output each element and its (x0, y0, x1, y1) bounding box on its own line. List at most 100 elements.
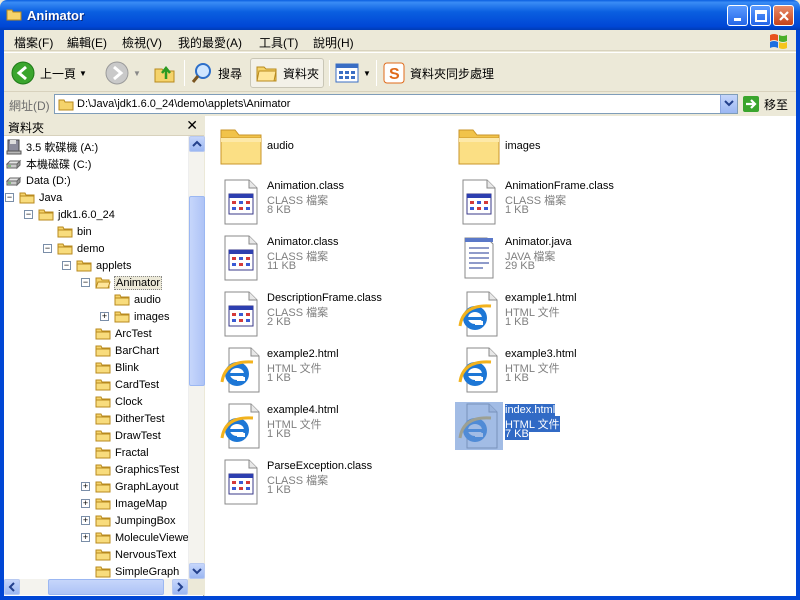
tree-item[interactable]: Blink (95, 359, 140, 376)
tree-item[interactable]: images (114, 308, 170, 325)
collapse-icon[interactable]: − (5, 193, 14, 202)
forward-dropdown-icon[interactable]: ▼ (133, 69, 141, 78)
search-button[interactable]: 搜尋 (190, 58, 242, 88)
file-item[interactable]: Animation.class CLASS 檔案 8 KB (211, 174, 441, 230)
address-dropdown-button[interactable] (720, 95, 737, 113)
scroll-right-button[interactable] (172, 579, 188, 595)
tree-item-label: Blink (115, 361, 139, 374)
tree-item[interactable]: jdk1.6.0_24 (38, 206, 116, 223)
file-item[interactable]: example3.html HTML 文件 1 KB (449, 342, 679, 398)
tree-item[interactable]: CardTest (95, 376, 160, 393)
expand-icon[interactable]: + (81, 482, 90, 491)
menu-edit[interactable]: 編輯(E) (67, 34, 107, 51)
views-dropdown-icon[interactable]: ▼ (363, 69, 371, 78)
tree-item[interactable]: BarChart (95, 342, 160, 359)
menu-favorites[interactable]: 我的最愛(A) (178, 34, 242, 51)
folder-sync-button[interactable]: S 資料夾同步處理 (382, 58, 494, 88)
tree-item[interactable]: audio (114, 291, 162, 308)
collapse-icon[interactable]: − (81, 278, 90, 287)
tree-item[interactable]: GraphicsTest (95, 461, 180, 478)
maximize-button[interactable] (750, 5, 771, 26)
collapse-icon[interactable]: − (24, 210, 33, 219)
file-item[interactable]: Animator.class CLASS 檔案 11 KB (211, 230, 441, 286)
address-input[interactable]: D:\Java\jdk1.6.0_24\demo\applets\Animato… (54, 94, 738, 114)
tree-vertical-scrollbar[interactable] (188, 136, 205, 579)
tree-item[interactable]: bin (57, 223, 93, 240)
file-item[interactable]: images (449, 118, 679, 174)
tree-item[interactable]: DrawTest (95, 427, 162, 444)
file-item[interactable]: example4.html HTML 文件 1 KB (211, 398, 441, 454)
collapse-icon[interactable]: − (62, 261, 71, 270)
tree-item-label: JumpingBox (115, 514, 176, 527)
back-button[interactable]: 上一頁 ▼ (10, 58, 87, 88)
scroll-left-button[interactable] (4, 579, 20, 595)
tree-item[interactable]: MoleculeViewer (95, 529, 188, 546)
folder-icon (95, 328, 111, 339)
tree-item[interactable]: Fractal (95, 444, 150, 461)
scroll-up-button[interactable] (189, 136, 205, 152)
menu-help[interactable]: 說明(H) (313, 34, 354, 51)
folder-pane-close-icon[interactable]: ✕ (186, 117, 198, 134)
up-folder-icon (154, 65, 175, 83)
file-item[interactable]: example2.html HTML 文件 1 KB (211, 342, 441, 398)
file-size: 2 KB (267, 316, 291, 328)
file-item[interactable]: audio (211, 118, 441, 174)
tree-item[interactable]: 3.5 軟碟機 (A:) (6, 138, 99, 155)
expand-icon[interactable]: + (100, 312, 109, 321)
title-bar[interactable]: Animator (0, 0, 800, 30)
minimize-button[interactable] (727, 5, 748, 26)
tree-item[interactable]: Clock (95, 393, 144, 410)
file-name: images (505, 140, 541, 152)
go-button[interactable]: 移至 (742, 95, 788, 113)
tree-item[interactable]: 本機磁碟 (C:) (6, 155, 92, 172)
tree-item-label: CardTest (115, 378, 160, 391)
expand-icon[interactable]: + (81, 499, 90, 508)
tree-item[interactable]: Java (19, 189, 63, 206)
folders-button[interactable]: 資料夾 (250, 58, 325, 88)
menu-file[interactable]: 檔案(F) (14, 34, 53, 51)
search-label: 搜尋 (218, 66, 243, 81)
tree-item-label: DrawTest (115, 429, 161, 442)
close-button[interactable] (773, 5, 794, 26)
folder-icon (95, 498, 111, 509)
expand-icon[interactable]: + (81, 516, 90, 525)
file-item[interactable]: Animator.java JAVA 檔案 29 KB (449, 230, 679, 286)
tree-item[interactable]: demo (57, 240, 106, 257)
forward-button[interactable]: ▼ (104, 58, 141, 88)
collapse-icon[interactable]: − (43, 244, 52, 253)
file-item[interactable]: index.html HTML 文件 7 KB (449, 398, 679, 454)
tree-item[interactable]: ImageMap (95, 495, 168, 512)
views-button[interactable]: ▼ (334, 58, 371, 88)
menu-tools[interactable]: 工具(T) (259, 34, 298, 51)
tree-item[interactable]: ArcTest (95, 325, 153, 342)
tree-item[interactable]: NervousText (95, 546, 177, 563)
tree-item[interactable]: DitherTest (95, 410, 166, 427)
back-dropdown-icon[interactable]: ▼ (79, 69, 87, 78)
file-item[interactable]: AnimationFrame.class CLASS 檔案 1 KB (449, 174, 679, 230)
h-scroll-thumb[interactable] (48, 579, 164, 595)
tree-item[interactable]: Data (D:) (6, 172, 72, 189)
expand-icon[interactable]: + (81, 533, 90, 542)
tree-item-label: demo (77, 242, 105, 255)
file-item[interactable]: example1.html HTML 文件 1 KB (449, 286, 679, 342)
menu-bar: 檔案(F) 編輯(E) 檢視(V) 我的最愛(A) 工具(T) 說明(H) (4, 30, 796, 51)
folder-icon (58, 99, 74, 111)
tree-horizontal-scrollbar[interactable] (4, 579, 188, 595)
file-item[interactable]: DescriptionFrame.class CLASS 檔案 2 KB (211, 286, 441, 342)
tree-item-label: ArcTest (115, 327, 152, 340)
tree-item-label: Data (D:) (26, 174, 71, 187)
tree-item[interactable]: Animator (95, 274, 163, 291)
tree-item[interactable]: JumpingBox (95, 512, 177, 529)
scroll-down-button[interactable] (189, 563, 205, 579)
up-folder-button[interactable] (152, 58, 178, 88)
tree-item[interactable]: applets (76, 257, 132, 274)
tree-item[interactable]: GraphLayout (95, 478, 180, 495)
tree-item[interactable]: SimpleGraph (95, 563, 180, 579)
folder-icon (95, 345, 111, 356)
scroll-thumb[interactable] (189, 196, 205, 386)
menu-view[interactable]: 檢視(V) (122, 34, 162, 51)
file-item[interactable]: ParseException.class CLASS 檔案 1 KB (211, 454, 441, 510)
address-path: D:\Java\jdk1.6.0_24\demo\applets\Animato… (77, 98, 291, 110)
window-title: Animator (27, 8, 85, 23)
folder-icon (57, 243, 73, 254)
